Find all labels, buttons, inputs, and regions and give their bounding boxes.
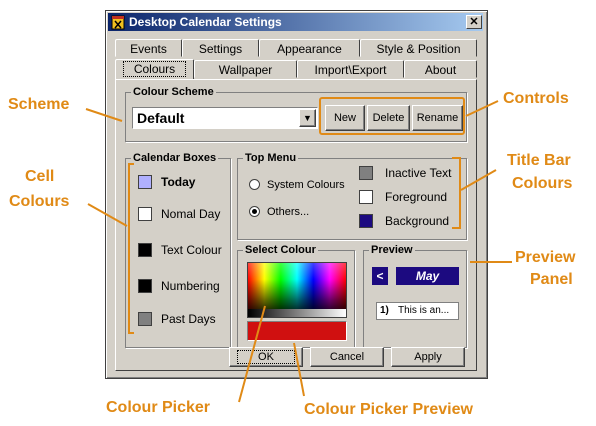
annotation-cell: Cell: [25, 168, 55, 185]
annotation-preview: Preview: [515, 249, 576, 266]
annotation-scheme: Scheme: [8, 96, 70, 113]
annotation-lines: [85, 97, 512, 403]
annotation-title-bar-colours: Colours: [512, 175, 573, 192]
annotation-cell-colours: Colours: [9, 193, 70, 210]
annotation-preview-panel: Panel: [530, 271, 573, 288]
annotation-controls: Controls: [503, 90, 569, 107]
annotation-colour-picker-preview: Colour Picker Preview: [304, 401, 473, 418]
annotation-title-bar: Title Bar: [507, 152, 571, 169]
annotation-colour-picker: Colour Picker: [106, 399, 211, 416]
